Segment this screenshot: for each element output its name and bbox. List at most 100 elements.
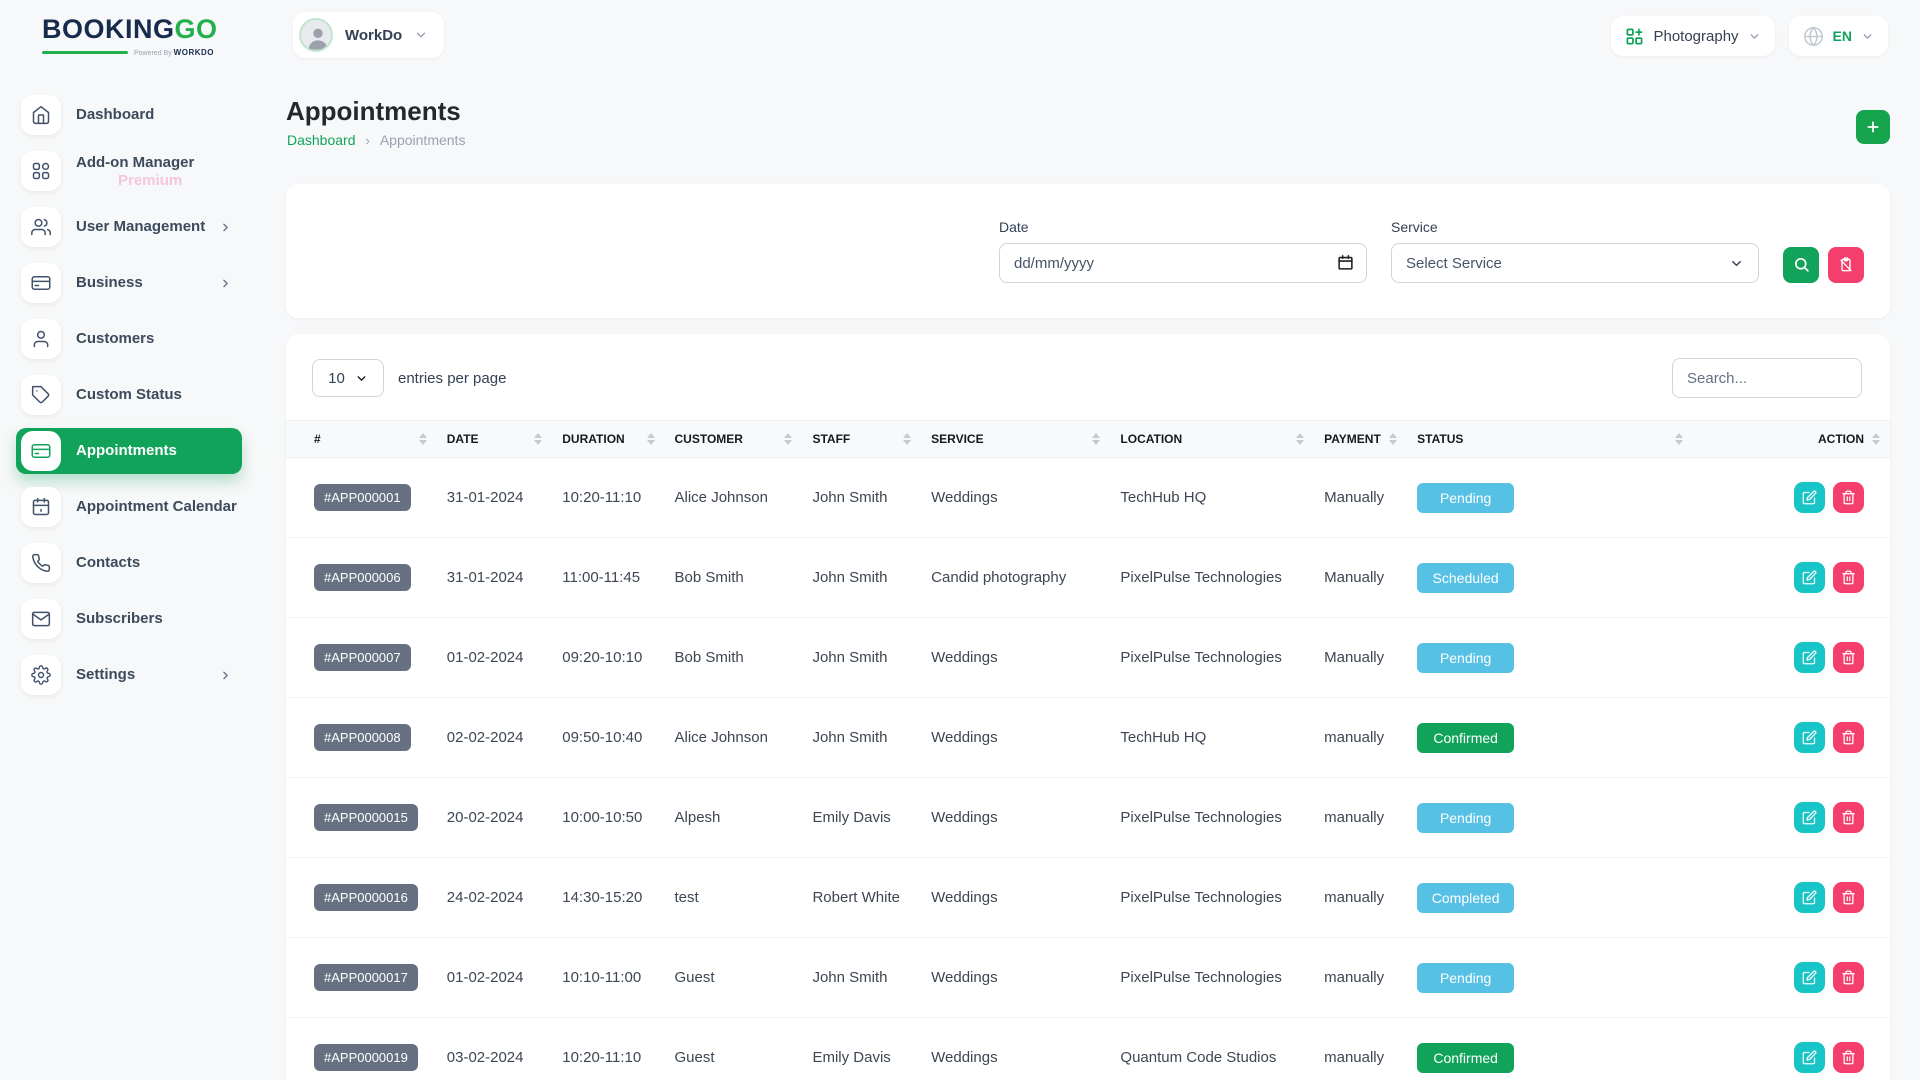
- appointments-table-card: 10 entries per page # DATE DURATION CUST…: [286, 334, 1890, 1080]
- sidebar-item-add-on-manager[interactable]: Add-on Manager Premium: [16, 148, 242, 194]
- sidebar-item-subscribers[interactable]: Subscribers: [16, 596, 242, 642]
- column-header-service[interactable]: SERVICE: [921, 421, 1110, 458]
- cell-payment: manually: [1314, 778, 1407, 858]
- delete-button[interactable]: [1833, 1042, 1864, 1073]
- sort-arrows-icon: [419, 433, 427, 445]
- cell-date: 24-02-2024: [437, 858, 552, 938]
- chevron-right-icon: [219, 221, 232, 234]
- sidebar-item-user-management[interactable]: User Management: [16, 204, 242, 250]
- cell-service: Weddings: [921, 458, 1110, 538]
- language-dropdown[interactable]: EN: [1789, 16, 1888, 56]
- trash-icon: [1841, 1050, 1856, 1065]
- sidebar-item-dashboard[interactable]: Dashboard: [16, 92, 242, 138]
- avatar: [299, 18, 333, 52]
- delete-button[interactable]: [1833, 482, 1864, 513]
- appointments-card-icon: [31, 441, 51, 461]
- column-header-customer[interactable]: CUSTOMER: [665, 421, 803, 458]
- column-header-status[interactable]: STATUS: [1407, 421, 1693, 458]
- credit-card-icon: [31, 273, 51, 293]
- cell-payment: manually: [1314, 698, 1407, 778]
- logo-underline: [42, 51, 128, 54]
- gear-icon: [31, 665, 51, 685]
- cell-location: Quantum Code Studios: [1110, 1018, 1314, 1080]
- column-header-payment[interactable]: PAYMENT: [1314, 421, 1407, 458]
- filter-card: Date Service Select Service: [286, 184, 1890, 318]
- trash-icon: [1841, 650, 1856, 665]
- service-filter-label: Service: [1391, 219, 1759, 235]
- chevron-down-icon: [1729, 256, 1744, 271]
- appointment-id-badge: #APP0000016: [314, 884, 418, 911]
- module-dropdown[interactable]: Photography: [1611, 16, 1774, 56]
- edit-icon: [1802, 1050, 1817, 1065]
- delete-button[interactable]: [1833, 802, 1864, 833]
- cell-date: 31-01-2024: [437, 538, 552, 618]
- delete-button[interactable]: [1833, 642, 1864, 673]
- column-header-location[interactable]: LOCATION: [1110, 421, 1314, 458]
- mail-icon: [31, 609, 51, 629]
- column-header-action[interactable]: ACTION: [1693, 421, 1890, 458]
- date-filter-input[interactable]: [999, 243, 1367, 283]
- cell-date: 31-01-2024: [437, 458, 552, 538]
- sidebar-item-customers[interactable]: Customers: [16, 316, 242, 362]
- sort-arrows-icon: [903, 433, 911, 445]
- table-row: #APP000001624-02-202414:30-15:20testRobe…: [286, 858, 1890, 938]
- delete-button[interactable]: [1833, 882, 1864, 913]
- column-header-staff[interactable]: STAFF: [802, 421, 921, 458]
- cell-customer: test: [665, 858, 803, 938]
- table-search-input[interactable]: [1672, 358, 1862, 398]
- cell-date: 20-02-2024: [437, 778, 552, 858]
- calendar-icon: [31, 497, 51, 517]
- filter-search-button[interactable]: [1783, 247, 1819, 283]
- sidebar-item-contacts[interactable]: Contacts: [16, 540, 242, 586]
- cell-payment: Manually: [1314, 458, 1407, 538]
- table-row: #APP00000802-02-202409:50-10:40Alice Joh…: [286, 698, 1890, 778]
- module-label: Photography: [1653, 28, 1738, 45]
- column-header-duration[interactable]: DURATION: [552, 421, 664, 458]
- edit-icon: [1802, 810, 1817, 825]
- column-header-date[interactable]: DATE: [437, 421, 552, 458]
- person-silhouette-icon: [304, 24, 332, 52]
- filter-reset-button[interactable]: [1828, 247, 1864, 283]
- app-logo[interactable]: BOOKINGGO Powered By WORKDO: [42, 16, 214, 57]
- workspace-dropdown[interactable]: WorkDo: [293, 12, 444, 58]
- delete-button[interactable]: [1833, 962, 1864, 993]
- column-header-id[interactable]: #: [286, 421, 437, 458]
- edit-button[interactable]: [1794, 482, 1825, 513]
- edit-button[interactable]: [1794, 962, 1825, 993]
- cell-service: Weddings: [921, 778, 1110, 858]
- edit-button[interactable]: [1794, 562, 1825, 593]
- app-logo-text: BOOKINGGO: [42, 16, 214, 43]
- cell-staff: Robert White: [802, 858, 921, 938]
- status-badge: Pending: [1417, 803, 1514, 833]
- cell-duration: 09:50-10:40: [552, 698, 664, 778]
- cell-duration: 10:00-10:50: [552, 778, 664, 858]
- edit-button[interactable]: [1794, 642, 1825, 673]
- delete-button[interactable]: [1833, 562, 1864, 593]
- sidebar-item-custom-status[interactable]: Custom Status: [16, 372, 242, 418]
- breadcrumb-dashboard-link[interactable]: Dashboard: [287, 132, 356, 148]
- status-badge: Pending: [1417, 483, 1514, 513]
- page-size-select[interactable]: 10: [312, 359, 384, 397]
- phone-icon: [31, 553, 51, 573]
- edit-button[interactable]: [1794, 802, 1825, 833]
- service-filter-select[interactable]: Select Service: [1391, 243, 1759, 283]
- search-icon: [1793, 256, 1810, 273]
- delete-button[interactable]: [1833, 722, 1864, 753]
- edit-button[interactable]: [1794, 882, 1825, 913]
- sidebar: Dashboard Add-on Manager Premium User Ma…: [0, 92, 262, 708]
- status-badge: Pending: [1417, 963, 1514, 993]
- edit-button[interactable]: [1794, 1042, 1825, 1073]
- cell-staff: John Smith: [802, 458, 921, 538]
- trash-icon: [1841, 890, 1856, 905]
- breadcrumb-current: Appointments: [380, 132, 466, 148]
- appointments-table: # DATE DURATION CUSTOMER STAFF SERVICE L…: [286, 420, 1890, 1080]
- sidebar-item-business[interactable]: Business: [16, 260, 242, 306]
- sidebar-item-appointment-calendar[interactable]: Appointment Calendar: [16, 484, 242, 530]
- edit-icon: [1802, 890, 1817, 905]
- edit-button[interactable]: [1794, 722, 1825, 753]
- page-title: Appointments: [286, 96, 461, 127]
- add-appointment-button[interactable]: [1856, 110, 1890, 144]
- calendar-icon[interactable]: [1337, 254, 1354, 271]
- sidebar-item-settings[interactable]: Settings: [16, 652, 242, 698]
- sidebar-item-appointments[interactable]: Appointments: [16, 428, 242, 474]
